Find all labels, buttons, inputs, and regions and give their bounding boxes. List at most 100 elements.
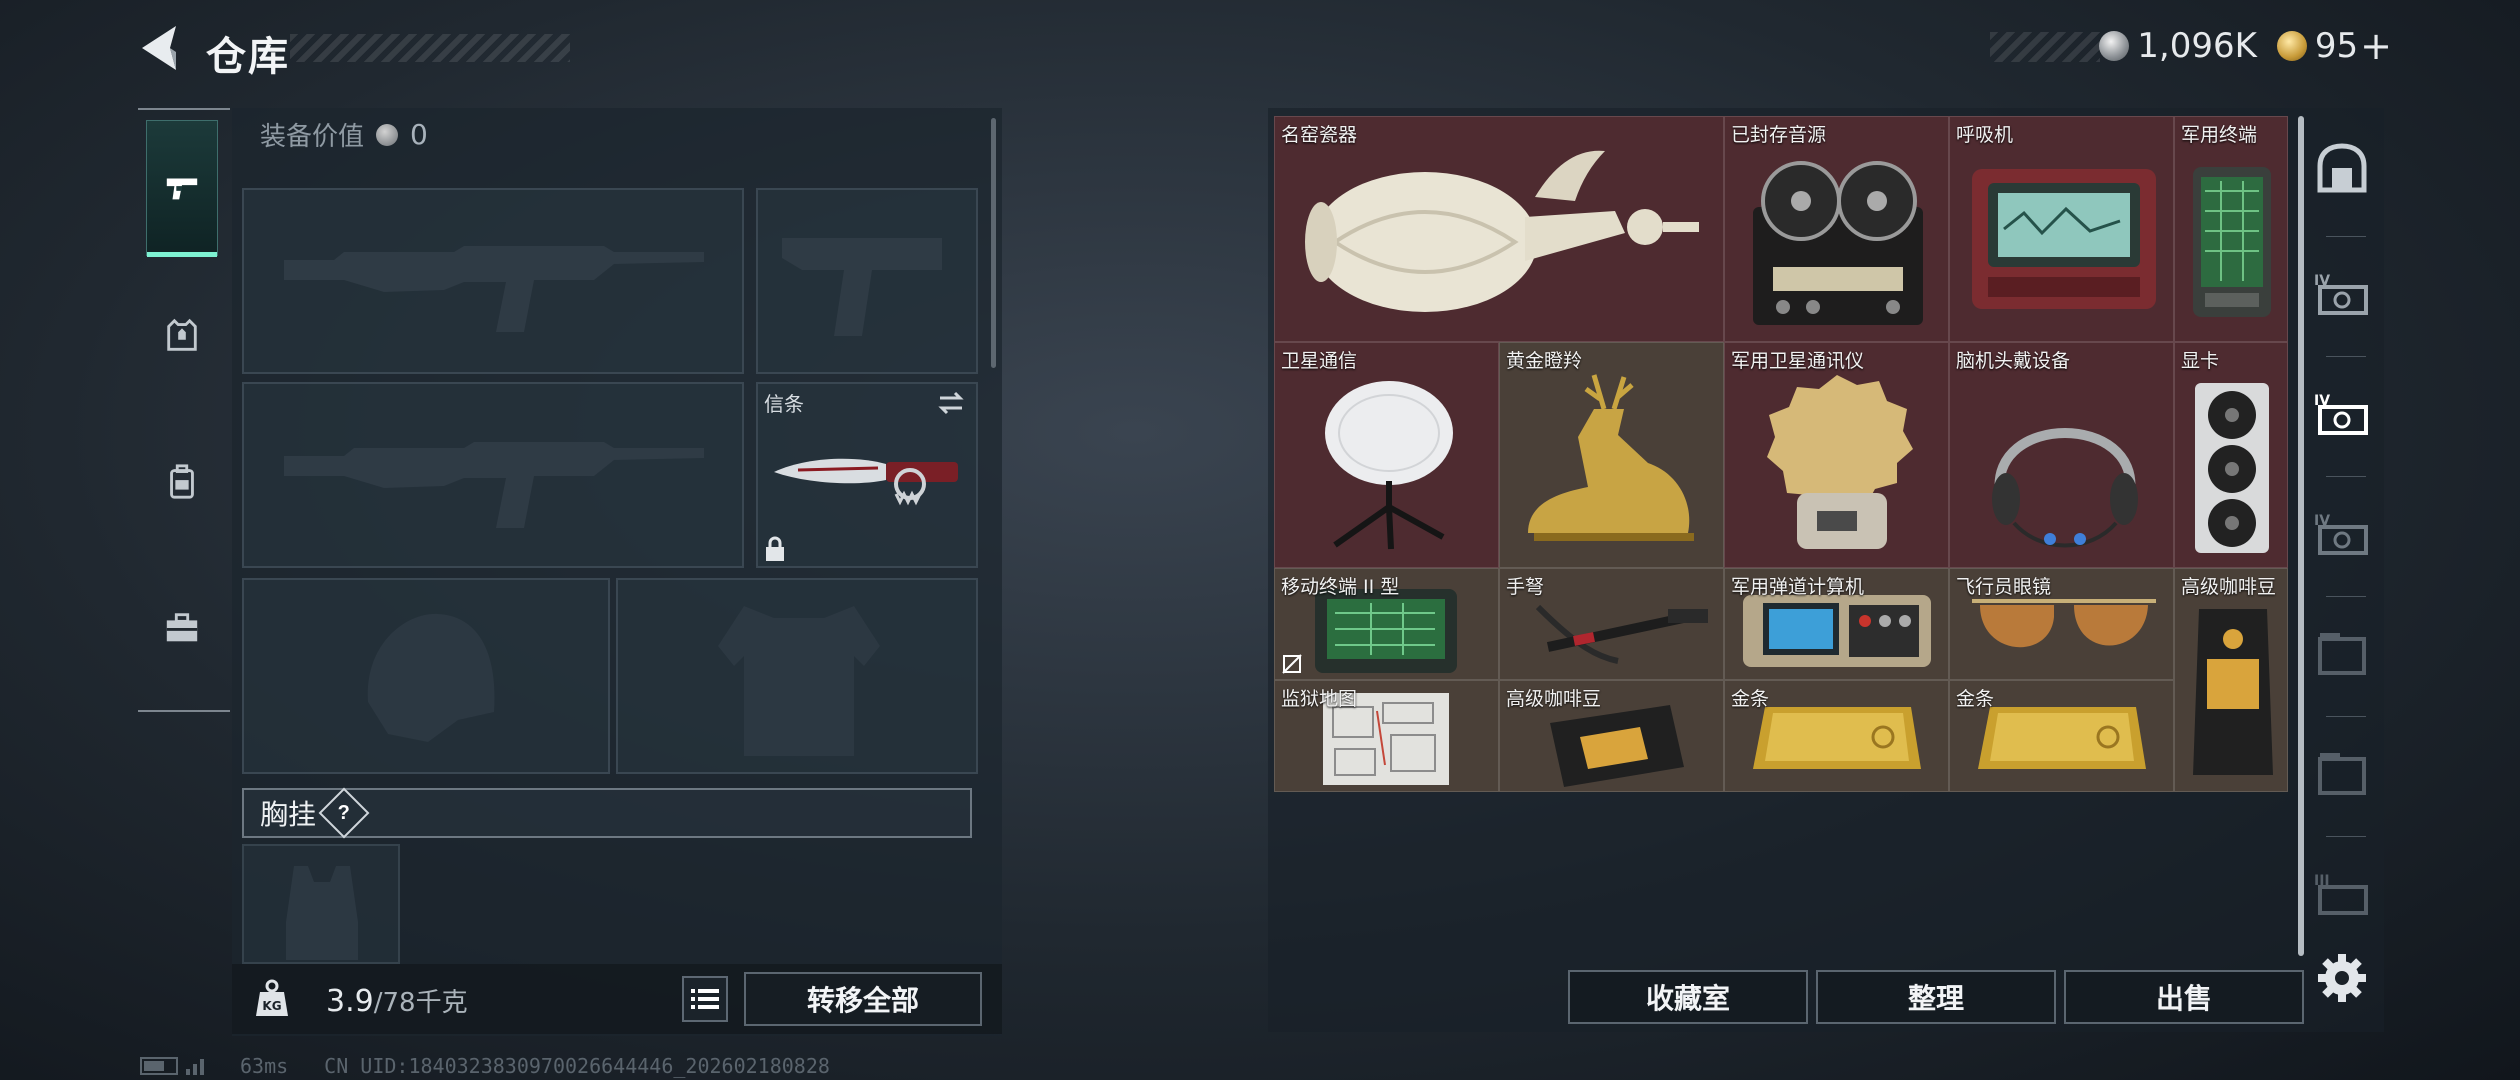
- storage-item[interactable]: 军用弹道计算机: [1724, 568, 1949, 680]
- storage-actions: 收藏室 整理 出售: [1568, 970, 2304, 1024]
- primary-weapon-slot-1[interactable]: [242, 188, 744, 374]
- tab-storage-tier[interactable]: [2306, 716, 2378, 832]
- storage-item[interactable]: 移动终端 II 型: [1274, 568, 1499, 680]
- back-button[interactable]: [136, 22, 186, 74]
- rifle-silhouette-icon: [284, 442, 704, 528]
- currency-silver: 1,096K: [2099, 26, 2257, 66]
- headset-icon: [1992, 428, 2138, 548]
- item-name: 军用终端: [2181, 124, 2258, 146]
- item-name: 飞行员眼镜: [1956, 576, 2052, 598]
- item-name: 已封存音源: [1731, 124, 1827, 146]
- gear-value: 装备价值 0: [260, 116, 428, 153]
- tab-backpack[interactable]: [146, 414, 218, 550]
- helmet-silhouette-icon: [367, 613, 495, 742]
- storage-item[interactable]: 飞行员眼镜: [1949, 568, 2174, 680]
- storage-item[interactable]: 手弩: [1499, 568, 1724, 680]
- aviator-glasses-icon: [1972, 599, 2156, 648]
- item-name: 监狱地图: [1281, 688, 1358, 710]
- tab-storage-tier[interactable]: [2306, 596, 2378, 712]
- currency-gold-value: 95: [2314, 26, 2359, 66]
- primary-weapon-slot-2[interactable]: [242, 382, 744, 568]
- storage-item[interactable]: 金条: [1949, 680, 2174, 792]
- tab-storage-tier[interactable]: III: [2306, 836, 2378, 952]
- tab-storage-tier-selected[interactable]: IV: [2306, 356, 2378, 472]
- storage-item[interactable]: 金条: [1724, 680, 1949, 792]
- battery-icon: [140, 1057, 178, 1075]
- list-view-button[interactable]: [682, 976, 728, 1022]
- gold-coin-icon: [2276, 31, 2307, 61]
- tab-storage-tier[interactable]: IV: [2306, 236, 2378, 352]
- item-name: 呼吸机: [1956, 124, 2014, 146]
- chest-rig-silhouette-icon: [286, 866, 358, 960]
- add-currency-button[interactable]: +: [2360, 24, 2392, 68]
- settings-button[interactable]: [2316, 952, 2368, 1004]
- helmet-slot[interactable]: [242, 578, 610, 774]
- tab-weapons[interactable]: [146, 120, 218, 257]
- sell-button[interactable]: 出售: [2064, 970, 2304, 1024]
- storage-item[interactable]: 脑机头戴设备: [1949, 342, 2174, 568]
- divider: [138, 108, 230, 110]
- storage-item[interactable]: 黄金瞪羚: [1499, 342, 1724, 568]
- title-decoration: [290, 34, 570, 62]
- tab-armor[interactable]: [146, 268, 218, 404]
- item-name: 手弩: [1506, 576, 1545, 598]
- body-armor-slot[interactable]: [616, 578, 978, 774]
- currency-silver-value: 1,096K: [2137, 26, 2257, 66]
- carry-weight-current: 3.9: [326, 984, 374, 1019]
- item-name: 高级咖啡豆: [1506, 688, 1602, 710]
- gear-icon: [2318, 954, 2366, 1002]
- tab-case[interactable]: [146, 560, 218, 696]
- ventilator-icon: [1972, 169, 2156, 309]
- storage-grid: 名窑瓷器 已封存音源 呼吸机 军用终端 卫星通信 黄金瞪羚 军用卫星通讯仪 脑机…: [1274, 116, 2288, 792]
- sidearm-slot[interactable]: [756, 188, 978, 374]
- storage-item[interactable]: 高级咖啡豆: [2174, 568, 2288, 792]
- svg-text:KG: KG: [262, 999, 281, 1013]
- help-button[interactable]: ?: [318, 787, 370, 839]
- storage-panel: 名窑瓷器 已封存音源 呼吸机 军用终端 卫星通信 黄金瞪羚 军用卫星通讯仪 脑机…: [1268, 108, 2384, 1032]
- swap-icon[interactable]: [936, 390, 966, 416]
- knife-icon: [774, 458, 958, 506]
- silver-coin-icon: [2099, 31, 2130, 61]
- storage-scrollbar[interactable]: [2298, 116, 2304, 956]
- sat-comm-icon: [1767, 375, 1913, 549]
- currency-decoration: [1990, 32, 2100, 62]
- storage-tier-icon: [2318, 633, 2366, 675]
- sort-button[interactable]: 整理: [1816, 970, 2056, 1024]
- storage-item[interactable]: 高级咖啡豆: [1499, 680, 1724, 792]
- gold-bar-icon: [1753, 707, 1921, 769]
- gear-value-label: 装备价值: [260, 122, 365, 152]
- loadout-panel: 装备价值 0 信条 胸挂 ?: [232, 108, 1002, 1036]
- storage-item[interactable]: 名窑瓷器: [1274, 116, 1724, 342]
- tab-vault[interactable]: [2306, 112, 2378, 228]
- storage-item[interactable]: 监狱地图: [1274, 680, 1499, 792]
- storage-tier-iv-icon: IV: [2314, 513, 2368, 555]
- storage-item[interactable]: 已封存音源: [1724, 116, 1949, 342]
- vase-icon: [1305, 150, 1699, 312]
- item-name: 黄金瞪羚: [1506, 350, 1583, 372]
- page-title: 仓库: [206, 34, 290, 80]
- item-name: 移动终端 II 型: [1281, 576, 1400, 598]
- storage-item[interactable]: 显卡: [2174, 342, 2288, 568]
- backpack-icon: [170, 464, 194, 499]
- storage-tier-iii-icon: III: [2314, 873, 2368, 915]
- lock-icon: [766, 536, 784, 561]
- pistol-icon: [166, 178, 198, 200]
- loadout-scrollbar[interactable]: [991, 118, 996, 368]
- currency-bar: 1,096K 95 +: [2099, 24, 2392, 68]
- gold-gazelle-icon: [1528, 374, 1694, 541]
- storage-item[interactable]: 军用终端: [2174, 116, 2288, 342]
- item-name: 军用弹道计算机: [1731, 576, 1865, 598]
- gold-bar-icon: [1978, 707, 2146, 769]
- chest-rig-slot[interactable]: [242, 844, 400, 964]
- briefcase-icon: [166, 613, 198, 642]
- storage-item[interactable]: 军用卫星通讯仪: [1724, 342, 1949, 568]
- melee-slot[interactable]: 信条: [756, 382, 978, 568]
- coffee-bag-icon: [2193, 609, 2273, 775]
- collection-button[interactable]: 收藏室: [1568, 970, 1808, 1024]
- storage-tabs: IV IV IV III: [2306, 112, 2378, 972]
- storage-item[interactable]: 呼吸机: [1949, 116, 2174, 342]
- transfer-all-button[interactable]: 转移全部: [744, 972, 982, 1026]
- tab-storage-tier[interactable]: IV: [2306, 476, 2378, 592]
- storage-item[interactable]: 卫星通信: [1274, 342, 1499, 568]
- terminal-icon: [2193, 167, 2271, 317]
